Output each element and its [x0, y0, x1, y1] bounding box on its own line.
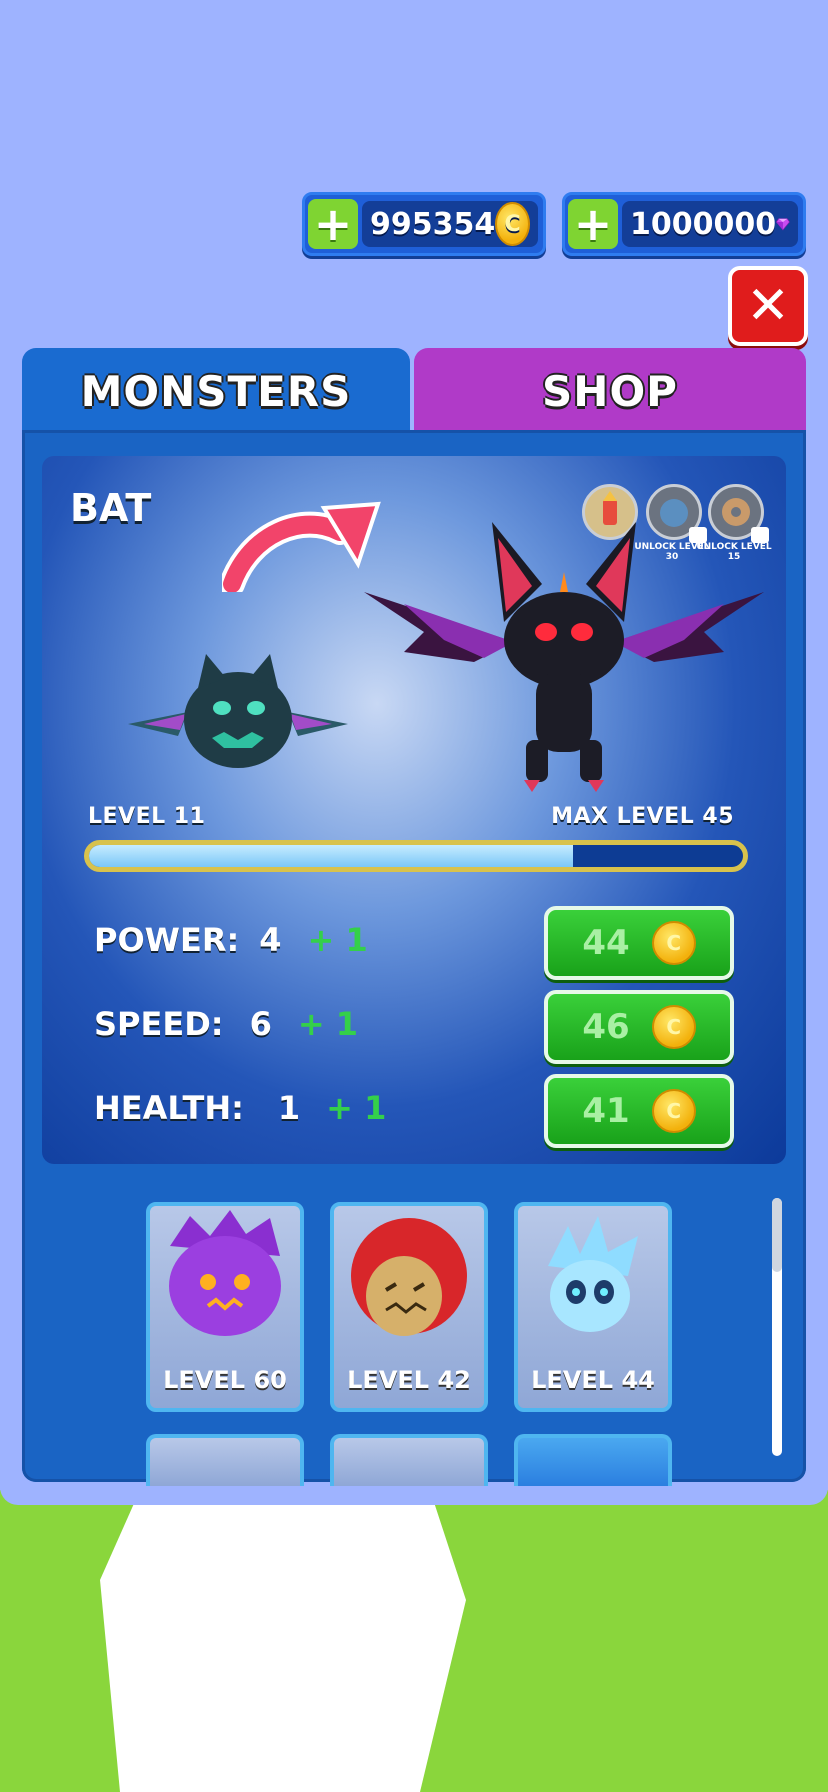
stat-row-power: POWER: 4 + 1: [94, 904, 494, 976]
coin-balance: + 995354 C: [302, 192, 546, 256]
coin-icon: C: [495, 202, 530, 246]
level-progress-bar: [84, 840, 748, 872]
bat-current-form: [128, 654, 348, 768]
monster-card[interactable]: LEVEL 42: [330, 1202, 488, 1412]
gem-balance: + 1000000: [562, 192, 806, 256]
monster-card-level: LEVEL 60: [163, 1366, 287, 1394]
monster-detail-card: BAT UNLOCK LEVEL 30 UNLOCK LEVEL 15 LEVE…: [42, 456, 786, 1164]
current-level-label: LEVEL 11: [88, 804, 206, 829]
add-coins-button[interactable]: +: [308, 199, 358, 249]
monster-card[interactable]: LEVEL 60: [146, 1202, 304, 1412]
max-level-label: MAX LEVEL 45: [551, 804, 734, 829]
stat-value: 1: [277, 1089, 301, 1127]
coin-icon: C: [651, 921, 696, 965]
stat-label: HEALTH:: [94, 1089, 244, 1127]
stat-row-health: HEALTH: 1 + 1: [94, 1072, 494, 1144]
tab-monsters[interactable]: MONSTERS: [22, 348, 410, 434]
monster-card-level: LEVEL 42: [347, 1366, 471, 1394]
scrollbar-thumb[interactable]: [772, 1198, 782, 1272]
stat-bonus: + 1: [307, 921, 368, 959]
tab-shop[interactable]: SHOP: [414, 348, 806, 434]
upgrade-speed-button[interactable]: 46 C: [544, 990, 734, 1064]
monster-list-scrollbar[interactable]: [772, 1198, 782, 1456]
stat-bonus: + 1: [326, 1089, 387, 1127]
monster-name: BAT: [70, 486, 152, 530]
stat-value: 4: [259, 921, 282, 959]
upgrade-health-button[interactable]: 41 C: [544, 1074, 734, 1148]
add-gems-button[interactable]: +: [568, 199, 618, 249]
coin-balance-box: 995354 C: [362, 201, 538, 247]
stat-label: SPEED:: [94, 1005, 224, 1043]
gem-amount: 1000000: [630, 206, 777, 242]
gem-balance-box: 1000000: [622, 201, 798, 247]
monster-card[interactable]: LEVEL 44: [514, 1202, 672, 1412]
monster-card[interactable]: [514, 1434, 672, 1486]
close-button[interactable]: ✕: [728, 266, 808, 346]
evolution-arrow-icon: [222, 501, 381, 592]
upgrade-power-button[interactable]: 44 C: [544, 906, 734, 980]
gem-icon: [776, 218, 790, 231]
stat-row-speed: SPEED: 6 + 1: [94, 988, 494, 1060]
coin-icon: C: [651, 1005, 696, 1049]
bat-evolved-form: [364, 522, 764, 792]
level-progress-fill: [89, 845, 573, 867]
coin-icon: C: [651, 1089, 696, 1133]
coin-amount: 995354: [370, 206, 496, 242]
stat-label: POWER:: [94, 921, 240, 959]
monster-card-level: LEVEL 44: [531, 1366, 655, 1394]
stat-value: 6: [249, 1005, 272, 1043]
red-hooded-monster-icon: [351, 1218, 467, 1336]
stat-bonus: + 1: [297, 1005, 359, 1043]
upgrade-cost: 46: [582, 1007, 630, 1047]
monster-card[interactable]: [330, 1434, 488, 1486]
path-background: [100, 1490, 466, 1792]
monster-card[interactable]: [146, 1434, 304, 1486]
purple-spiky-monster-icon: [169, 1210, 281, 1336]
upgrade-cost: 44: [582, 923, 630, 963]
upgrade-cost: 41: [582, 1091, 630, 1131]
ice-spirit-monster-icon: [548, 1216, 638, 1332]
